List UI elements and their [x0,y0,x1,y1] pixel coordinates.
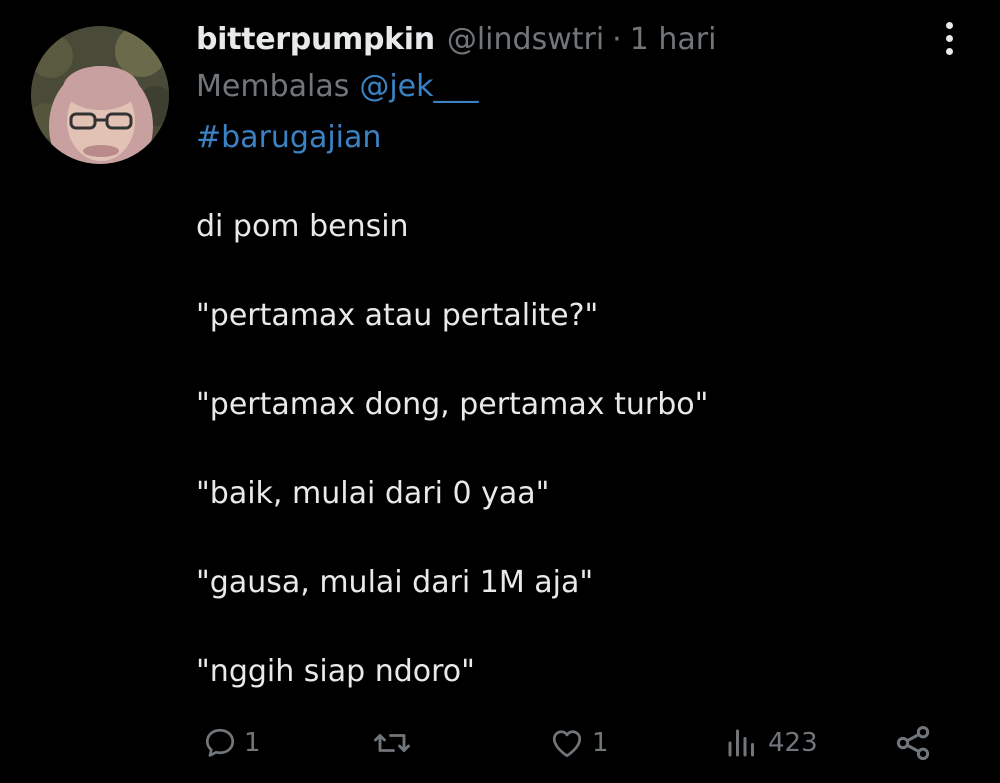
share-button[interactable] [892,716,934,770]
post-header: bitterpumpkin @lindswtri · 1 hari [196,18,716,62]
reply-context: Membalas @jek___ [196,66,479,108]
post-text: #barugajian di pom bensin "pertamax atau… [196,116,916,694]
post-line: "gausa, mulai dari 1M aja" [196,565,594,600]
more-options-button[interactable] [932,18,966,58]
action-bar: 1 1 423 [196,716,946,770]
post-line: "nggih siap ndoro" [196,654,475,689]
retweet-icon [374,734,410,752]
views-chart-icon [728,729,754,757]
more-vertical-icon [945,21,953,29]
retweet-button[interactable] [372,716,418,770]
like-button[interactable]: 1 [548,716,609,770]
hashtag-link[interactable]: #barugajian [196,116,916,160]
reply-prefix: Membalas [196,69,350,104]
post-line: "pertamax atau pertalite?" [196,298,599,333]
reply-mention[interactable]: @jek___ [359,69,478,104]
post-line: "baik, mulai dari 0 yaa" [196,476,550,511]
more-vertical-icon-dot [945,47,953,55]
post-time[interactable]: 1 hari [630,18,717,62]
avatar-image [31,26,169,164]
share-icon [896,726,930,760]
more-vertical-icon-dot [945,34,953,42]
reply-button[interactable]: 1 [202,716,261,770]
comment-icon [205,728,235,757]
heart-icon [552,730,582,758]
reply-count: 1 [244,728,261,758]
user-handle[interactable]: @lindswtri [447,18,604,62]
avatar[interactable] [31,26,169,164]
separator: · [612,22,622,57]
views-count: 423 [768,728,818,758]
post-line: di pom bensin [196,209,409,244]
display-name[interactable]: bitterpumpkin [196,18,435,62]
views-button[interactable]: 423 [722,716,818,770]
post-line: "pertamax dong, pertamax turbo" [196,387,709,422]
like-count: 1 [592,728,609,758]
